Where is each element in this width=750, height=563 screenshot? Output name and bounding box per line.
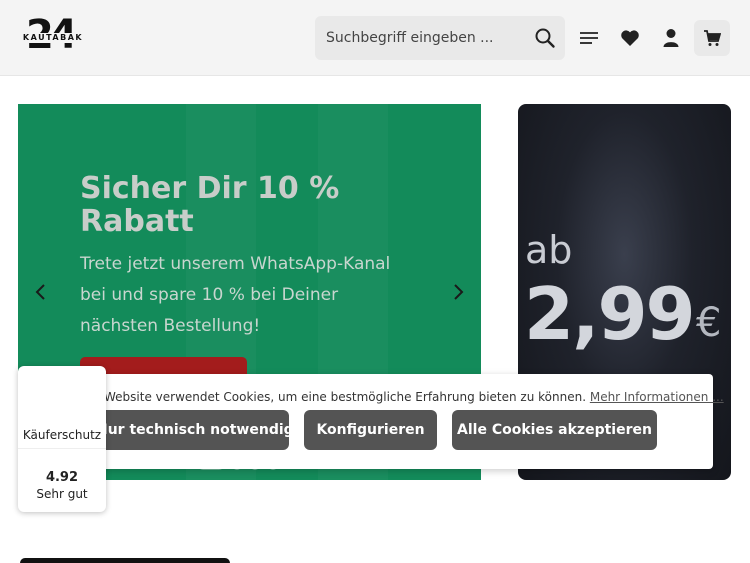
heart-icon[interactable] (612, 20, 648, 56)
logo-wordmark: KAUTABAK (16, 33, 90, 43)
site-header: 24 KAUTABAK (0, 0, 750, 76)
menu-icon[interactable] (571, 20, 607, 56)
badge-rating-text: Sehr gut (36, 487, 88, 501)
search-icon[interactable] (533, 26, 557, 50)
search-input[interactable] (315, 16, 525, 60)
configure-cookies-button[interactable]: Konfigurieren (304, 410, 437, 450)
cookie-message-text: Website verwendet Cookies, um eine bestm… (104, 390, 587, 404)
search-bar (315, 16, 565, 60)
seal-icon (40, 376, 84, 420)
bottom-tab-bar (20, 558, 230, 563)
cookie-banner: Website verwendet Cookies, um eine bestm… (82, 374, 724, 469)
chevron-left-icon[interactable] (29, 280, 53, 304)
promo-price: 2,99 (524, 272, 696, 356)
badge-score: 4.92 (45, 470, 79, 485)
chevron-right-icon[interactable] (446, 280, 470, 304)
user-icon[interactable] (653, 20, 689, 56)
cookie-message: Website verwendet Cookies, um eine bestm… (104, 390, 724, 404)
technical-cookies-button[interactable]: Nur technisch notwendige (82, 410, 303, 450)
promo-prefix: ab (525, 228, 573, 272)
badge-label: Käuferschutz (22, 428, 102, 442)
promo-currency: € (696, 300, 722, 346)
slide-subtext: Trete jetzt unserem WhatsApp-Kanal bei u… (80, 254, 391, 336)
trust-badge[interactable]: Käuferschutz 4.92 Sehr gut (18, 366, 106, 512)
badge-divider (18, 448, 106, 449)
cart-icon[interactable] (694, 20, 730, 56)
brand-logo[interactable]: 24 KAUTABAK (16, 12, 94, 60)
more-info-link[interactable]: Mehr Informationen ... (590, 390, 724, 404)
slide-headline: Sicher Dir 10 % Rabatt (80, 171, 340, 239)
accept-all-cookies-button[interactable]: Alle Cookies akzeptieren (452, 410, 657, 450)
